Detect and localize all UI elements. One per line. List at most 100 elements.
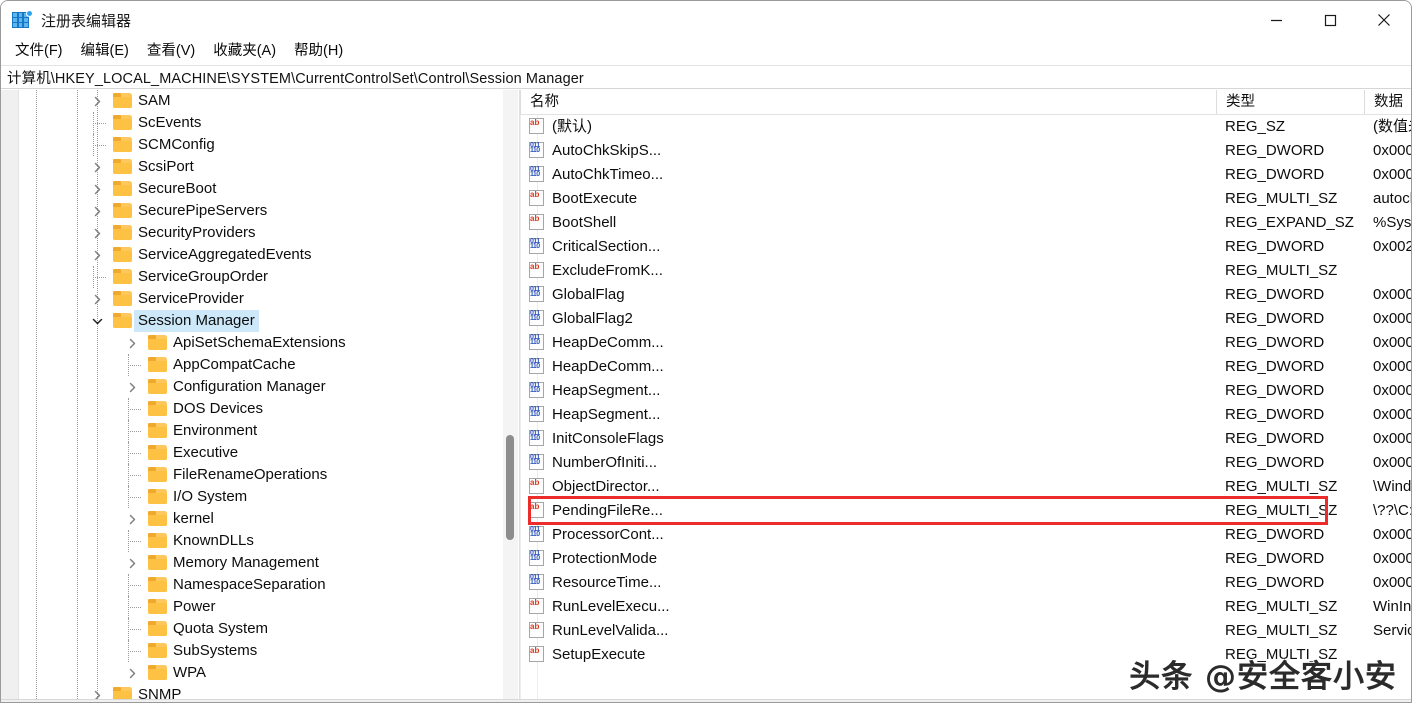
tree-node-dos-devices[interactable]: DOS Devices <box>1 398 519 420</box>
chevron-down-icon[interactable] <box>89 310 105 332</box>
chevron-right-icon[interactable] <box>89 178 105 200</box>
tree-node-filerenameoperations[interactable]: FileRenameOperations <box>1 464 519 486</box>
address-bar[interactable]: 计算机\HKEY_LOCAL_MACHINE\SYSTEM\CurrentCon… <box>1 65 1411 89</box>
close-icon[interactable] <box>1357 1 1411 39</box>
value-row[interactable]: 011110 HeapSegment... REG_DWORD 0x00000000 … <box>520 403 1411 427</box>
tree-node-list: SAM ScEvents SCMConfig ScsiPort SecureBoot Se… <box>1 90 519 702</box>
tree-node-kernel[interactable]: kernel <box>1 508 519 530</box>
tree-node-quota-system[interactable]: Quota System <box>1 618 519 640</box>
column-header-data[interactable]: 数据 <box>1364 90 1411 114</box>
tree-node-scmconfig[interactable]: SCMConfig <box>1 134 519 156</box>
registry-values-pane[interactable]: 名称 类型 数据 ab (默认) REG_SZ (数值未设置) 011110 AutoCh… <box>520 90 1411 702</box>
column-header-name[interactable]: 名称 <box>520 90 1216 114</box>
value-row[interactable]: 011110 AutoChkSkipS... REG_DWORD 0x00000000… <box>520 139 1411 163</box>
minimize-icon[interactable] <box>1249 1 1303 39</box>
menu-item-file[interactable]: 文件(F) <box>6 39 72 64</box>
value-row[interactable]: ab RunLevelExecu... REG_MULTI_SZ WinInit Se… <box>520 595 1411 619</box>
chevron-right-icon[interactable] <box>89 156 105 178</box>
tree-node-power[interactable]: Power <box>1 596 519 618</box>
column-header-type[interactable]: 类型 <box>1216 90 1364 114</box>
chevron-right-icon[interactable] <box>89 288 105 310</box>
value-row[interactable]: ab (默认) REG_SZ (数值未设置) <box>520 115 1411 139</box>
value-row[interactable]: ab RunLevelValida... REG_MULTI_SZ ServiceCo… <box>520 619 1411 643</box>
maximize-icon[interactable] <box>1303 1 1357 39</box>
tree-node-knowndlls[interactable]: KnownDLLs <box>1 530 519 552</box>
tree-node-scsiport[interactable]: ScsiPort <box>1 156 519 178</box>
value-row[interactable]: 011110 HeapSegment... REG_DWORD 0x00000000 … <box>520 379 1411 403</box>
dword-value-icon: 011 110 <box>529 334 546 352</box>
value-type: REG_DWORD <box>1225 238 1325 255</box>
chevron-right-icon[interactable] <box>124 332 140 354</box>
tree-node-label: FileRenameOperations <box>173 466 328 483</box>
value-type: REG_DWORD <box>1225 310 1325 327</box>
tree-node-secureboot[interactable]: SecureBoot <box>1 178 519 200</box>
watermark-text: 头条 @安全客小安 <box>1129 659 1397 695</box>
tree-node-memory-management[interactable]: Memory Management <box>1 552 519 574</box>
value-row[interactable]: 011110 NumberOfIniti... REG_DWORD 0x0000000… <box>520 451 1411 475</box>
folder-icon <box>148 621 167 636</box>
tree-node-executive[interactable]: Executive <box>1 442 519 464</box>
tree-node-wpa[interactable]: WPA <box>1 662 519 684</box>
tree-node-configuration-manager[interactable]: Configuration Manager <box>1 376 519 398</box>
value-type: REG_DWORD <box>1225 286 1325 303</box>
menu-item-view[interactable]: 查看(V) <box>138 39 204 64</box>
chevron-right-icon[interactable] <box>124 662 140 684</box>
value-row[interactable]: 011110 GlobalFlag2 REG_DWORD 0x00000000 (0) <box>520 307 1411 331</box>
chevron-right-icon[interactable] <box>124 376 140 398</box>
tree-node-subsystems[interactable]: SubSystems <box>1 640 519 662</box>
value-row[interactable]: 011110 ProtectionMode REG_DWORD 0x00000001 … <box>520 547 1411 571</box>
value-row[interactable]: 011110 ResourceTime... REG_DWORD 0x0000002d… <box>520 571 1411 595</box>
chevron-right-icon[interactable] <box>89 200 105 222</box>
chevron-right-icon[interactable] <box>124 508 140 530</box>
value-name: BootShell <box>552 214 617 231</box>
tree-node-serviceaggregatedevents[interactable]: ServiceAggregatedEvents <box>1 244 519 266</box>
value-row[interactable]: ab ObjectDirector... REG_MULTI_SZ \Windows … <box>520 475 1411 499</box>
tree-node-appcompatcache[interactable]: AppCompatCache <box>1 354 519 376</box>
tree-node-serviceprovider[interactable]: ServiceProvider <box>1 288 519 310</box>
value-row[interactable]: ab BootExecute REG_MULTI_SZ autocheck autoc… <box>520 187 1411 211</box>
value-type: REG_DWORD <box>1225 430 1325 447</box>
tree-node-i-o-system[interactable]: I/O System <box>1 486 519 508</box>
tree-connector <box>128 574 130 596</box>
tree-node-apisetschemaextensions[interactable]: ApiSetSchemaExtensions <box>1 332 519 354</box>
value-data: 0x00000000 (0) <box>1373 358 1411 375</box>
tree-scrollbar[interactable] <box>503 90 518 702</box>
tree-node-sam[interactable]: SAM <box>1 90 519 112</box>
values-row-list: ab (默认) REG_SZ (数值未设置) 011110 AutoChkSkipS...… <box>520 115 1411 667</box>
chevron-right-icon[interactable] <box>89 222 105 244</box>
value-type: REG_MULTI_SZ <box>1225 190 1338 207</box>
tree-node-servicegrouporder[interactable]: ServiceGroupOrder <box>1 266 519 288</box>
value-data: 0x00000002 (2) <box>1373 526 1411 543</box>
value-row[interactable]: ab PendingFileRe... REG_MULTI_SZ \??\C:\Pro… <box>520 499 1411 523</box>
tree-node-label: SCMConfig <box>138 136 215 153</box>
chevron-right-icon[interactable] <box>89 244 105 266</box>
menu-item-favorites[interactable]: 收藏夹(A) <box>204 39 285 64</box>
value-row[interactable]: 011110 ProcessorCont... REG_DWORD 0x0000000… <box>520 523 1411 547</box>
registry-editor-window: 注册表编辑器 文件(F) 编辑(E) 查看(V) 收藏夹(A) 帮助(H) 计算… <box>0 0 1412 703</box>
tree-scrollbar-thumb[interactable] <box>506 435 514 540</box>
tree-node-session-manager[interactable]: Session Manager <box>1 310 519 332</box>
menu-item-help[interactable]: 帮助(H) <box>285 39 352 64</box>
value-row[interactable]: 011110 InitConsoleFlags REG_DWORD 0x0000000… <box>520 427 1411 451</box>
tree-node-environment[interactable]: Environment <box>1 420 519 442</box>
value-row[interactable]: 011110 GlobalFlag REG_DWORD 0x00000000 (0) <box>520 283 1411 307</box>
tree-node-securityproviders[interactable]: SecurityProviders <box>1 222 519 244</box>
tree-connector <box>128 530 130 552</box>
value-name: HeapSegment... <box>552 406 661 423</box>
value-row[interactable]: 011110 AutoChkTimeo... REG_DWORD 0x00000008… <box>520 163 1411 187</box>
menu-item-edit[interactable]: 编辑(E) <box>72 39 138 64</box>
value-row[interactable]: ab ExcludeFromK... REG_MULTI_SZ <box>520 259 1411 283</box>
value-type: REG_DWORD <box>1225 166 1325 183</box>
tree-node-scevents[interactable]: ScEvents <box>1 112 519 134</box>
chevron-right-icon[interactable] <box>124 552 140 574</box>
value-row[interactable]: 011110 CriticalSection... REG_DWORD 0x00278… <box>520 235 1411 259</box>
tree-node-securepipeservers[interactable]: SecurePipeServers <box>1 200 519 222</box>
chevron-right-icon[interactable] <box>89 90 105 112</box>
value-row[interactable]: ab BootShell REG_EXPAND_SZ %SystemRoot%\sys… <box>520 211 1411 235</box>
tree-node-namespaceseparation[interactable]: NamespaceSeparation <box>1 574 519 596</box>
value-row[interactable]: 011110 HeapDeComm... REG_DWORD 0x00000000 (… <box>520 355 1411 379</box>
value-row[interactable]: 011110 HeapDeComm... REG_DWORD 0x00000000 (… <box>520 331 1411 355</box>
folder-icon <box>113 203 132 218</box>
registry-tree-pane[interactable]: SAM ScEvents SCMConfig ScsiPort SecureBoot Se… <box>1 90 520 702</box>
value-name: CriticalSection... <box>552 238 661 255</box>
